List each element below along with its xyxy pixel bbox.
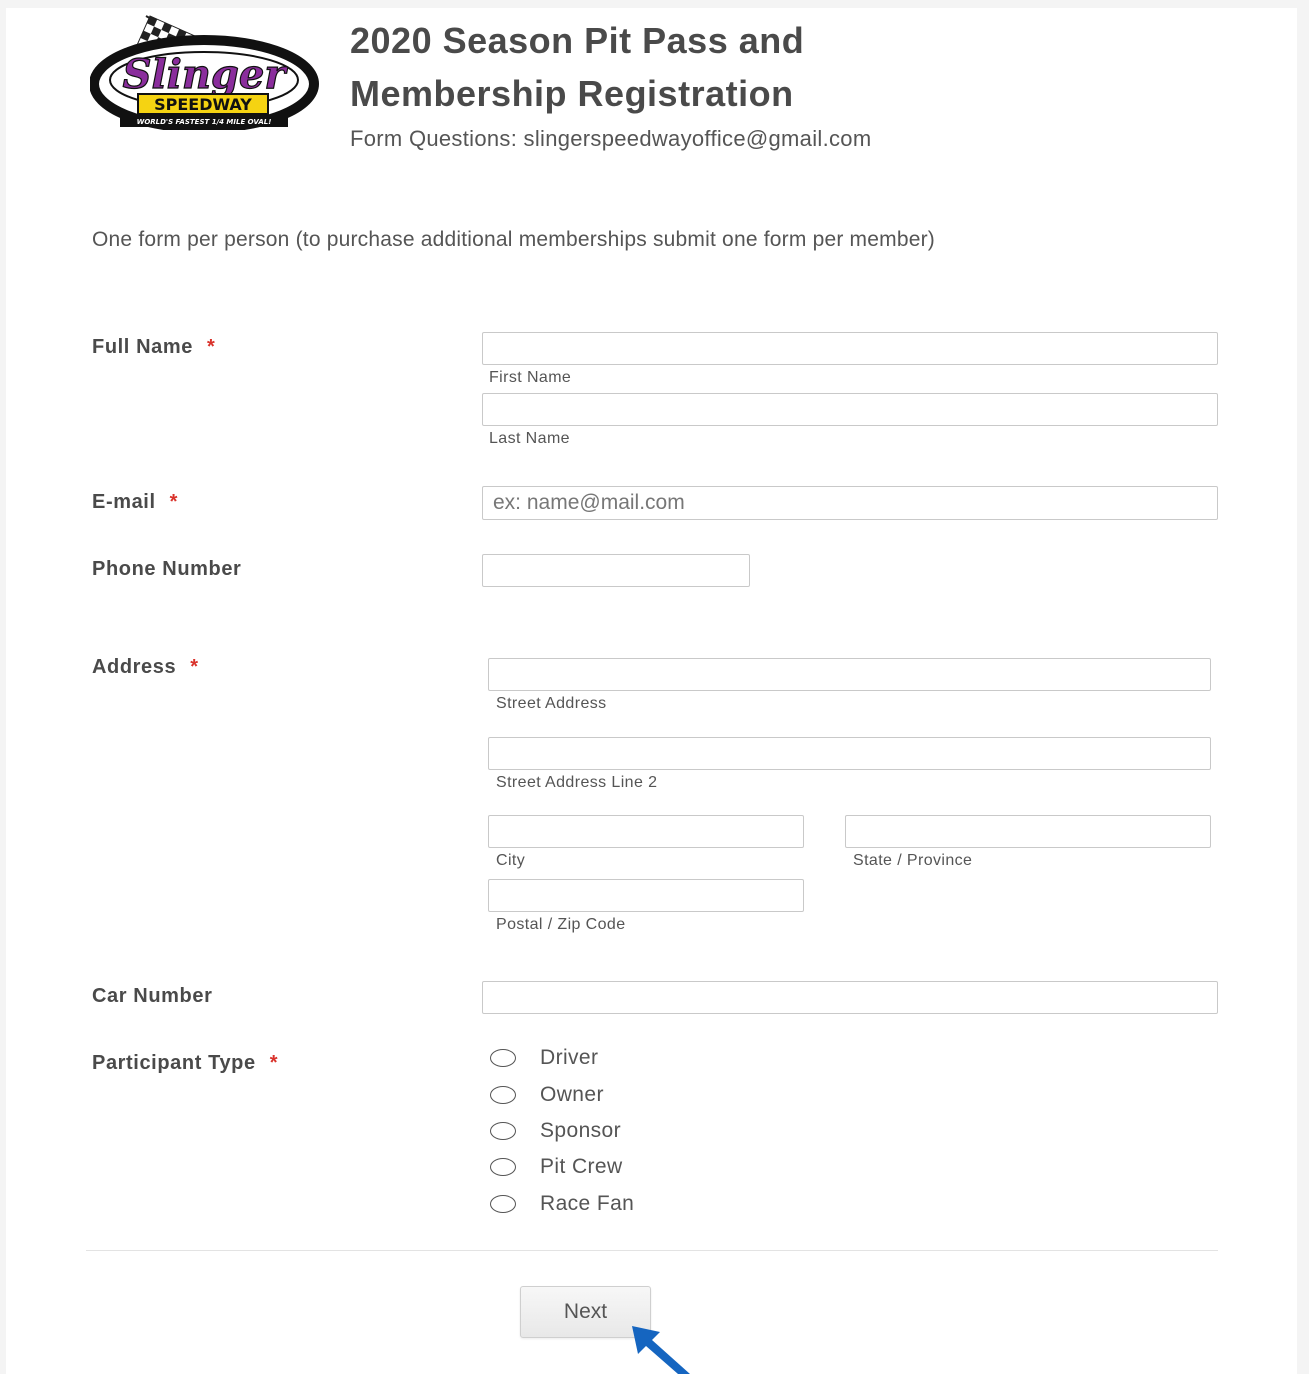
radio-button[interactable] — [490, 1122, 516, 1140]
radio-button[interactable] — [490, 1158, 516, 1176]
phone-input[interactable] — [482, 554, 750, 587]
last-name-input[interactable] — [482, 393, 1218, 426]
street-address-sublabel: Street Address — [496, 695, 607, 712]
arrow-pointer-icon — [632, 1326, 690, 1374]
form-title-line-2: Membership Registration — [350, 73, 794, 114]
radio-option-owner[interactable]: Owner — [490, 1083, 604, 1107]
required-asterisk: * — [169, 491, 179, 513]
required-asterisk: * — [206, 336, 216, 358]
radio-button[interactable] — [490, 1195, 516, 1213]
form-page — [6, 8, 1297, 1374]
city-input[interactable] — [488, 815, 804, 848]
radio-option-race-fan[interactable]: Race Fan — [490, 1192, 634, 1216]
form-intro-text: One form per person (to purchase additio… — [92, 228, 935, 251]
svg-text:Slinger: Slinger — [123, 51, 289, 98]
radio-option-sponsor[interactable]: Sponsor — [490, 1119, 621, 1143]
form-divider — [86, 1250, 1218, 1251]
address-label: Address * — [92, 656, 199, 678]
form-title: 2020 Season Pit Pass and Membership Regi… — [350, 14, 1250, 120]
postal-zip-input[interactable] — [488, 879, 804, 912]
car-number-input[interactable] — [482, 981, 1218, 1014]
full-name-label: Full Name * — [92, 336, 216, 358]
radio-option-pit-crew[interactable]: Pit Crew — [490, 1155, 623, 1179]
first-name-input[interactable] — [482, 332, 1218, 365]
required-asterisk: * — [190, 656, 199, 678]
form-title-line-1: 2020 Season Pit Pass and — [350, 20, 805, 61]
svg-text:WORLD'S FASTEST 1/4 MILE OVAL!: WORLD'S FASTEST 1/4 MILE OVAL! — [137, 118, 272, 126]
email-label: E-mail * — [92, 491, 179, 513]
svg-text:SPEEDWAY: SPEEDWAY — [154, 95, 252, 114]
radio-button[interactable] — [490, 1086, 516, 1104]
form-subheader: Form Questions: slingerspeedwayoffice@gm… — [350, 126, 872, 151]
phone-label: Phone Number — [92, 558, 242, 580]
email-input[interactable] — [482, 486, 1218, 520]
radio-option-driver[interactable]: Driver — [490, 1046, 598, 1070]
last-name-sublabel: Last Name — [489, 430, 570, 447]
required-asterisk: * — [269, 1052, 279, 1074]
street-address-line2-sublabel: Street Address Line 2 — [496, 774, 658, 791]
participant-type-label: Participant Type * — [92, 1052, 279, 1074]
street-address-input[interactable] — [488, 658, 1211, 691]
city-sublabel: City — [496, 852, 526, 869]
state-province-sublabel: State / Province — [853, 852, 973, 869]
street-address-line2-input[interactable] — [488, 737, 1211, 770]
postal-zip-sublabel: Postal / Zip Code — [496, 916, 626, 933]
state-province-input[interactable] — [845, 815, 1211, 848]
slinger-speedway-logo: Slinger SPEEDWAY WORLD'S FASTEST 1/4 MIL… — [90, 15, 319, 130]
first-name-sublabel: First Name — [489, 369, 572, 386]
radio-button[interactable] — [490, 1049, 516, 1067]
car-number-label: Car Number — [92, 985, 213, 1007]
